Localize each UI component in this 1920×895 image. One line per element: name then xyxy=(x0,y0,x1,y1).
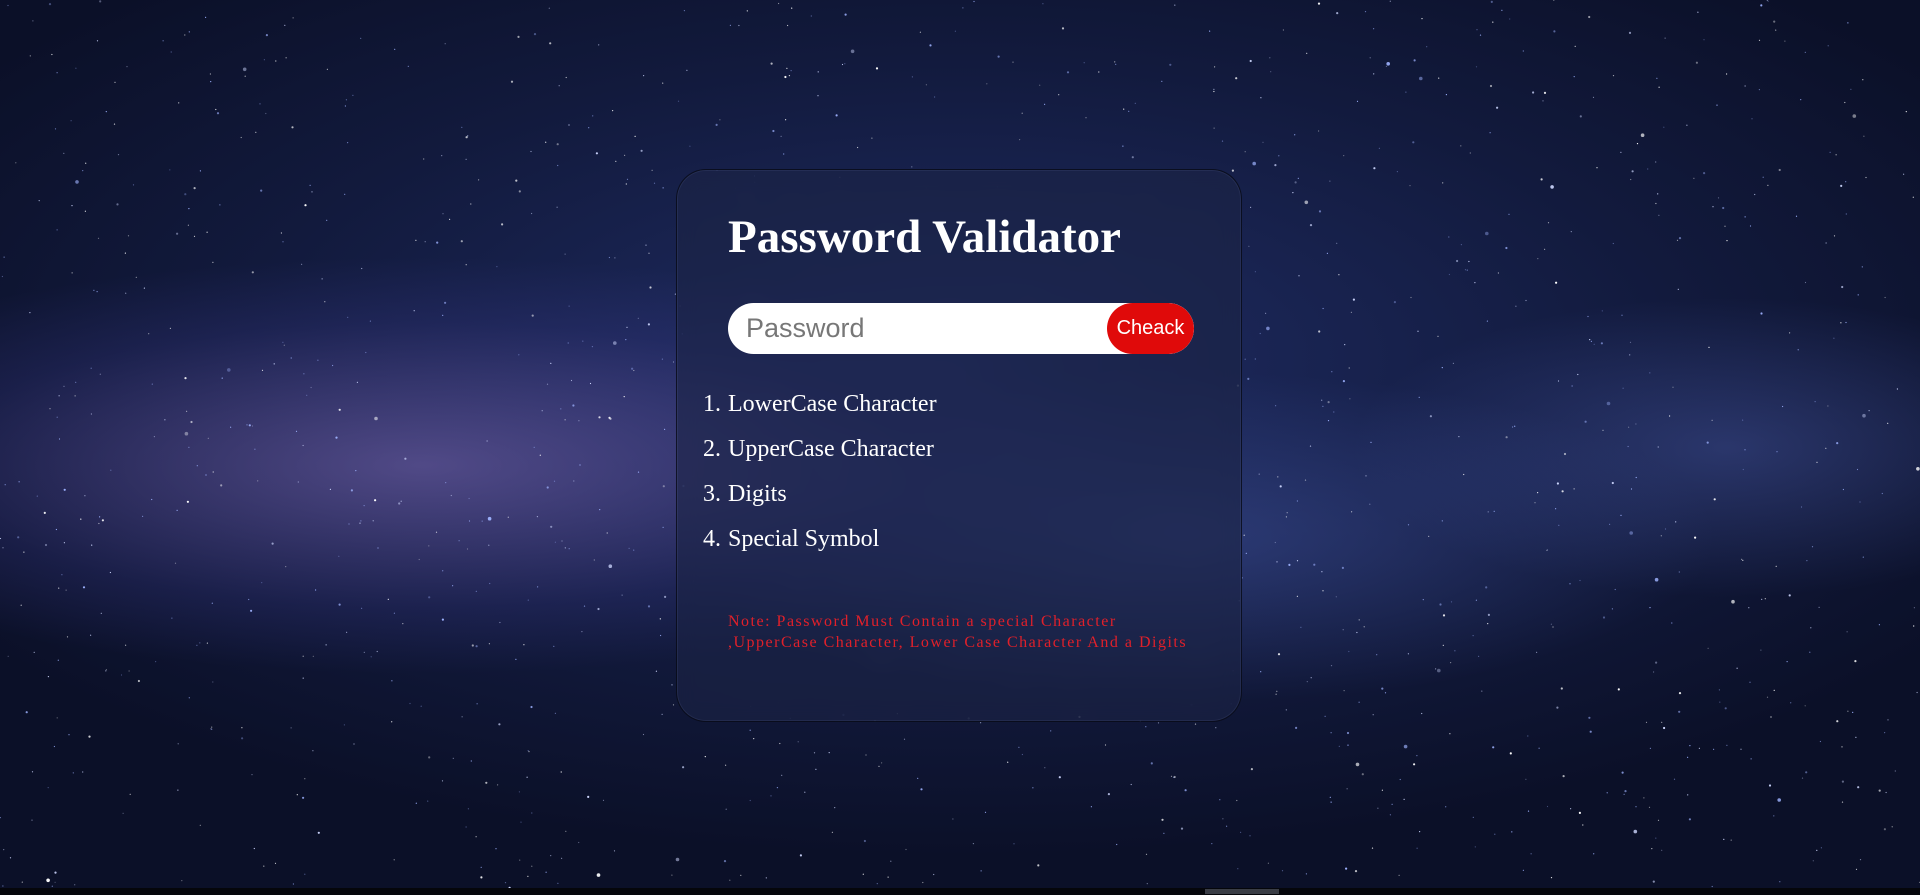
rule-item-lowercase: 1. LowerCase Character xyxy=(703,382,937,427)
rule-label: Digits xyxy=(728,481,787,507)
rule-item-digits: 3. Digits xyxy=(703,472,937,517)
check-button[interactable]: Cheack xyxy=(1107,303,1194,354)
rule-number: 1. xyxy=(703,391,721,417)
rule-number: 2. xyxy=(703,436,721,462)
rule-label: LowerCase Character xyxy=(728,391,937,417)
rule-label: Special Symbol xyxy=(728,526,880,552)
rule-item-special-symbol: 4. Special Symbol xyxy=(703,517,937,562)
scrollbar-thumb[interactable] xyxy=(1205,889,1279,894)
password-field-group: Cheack xyxy=(728,303,1194,354)
password-input[interactable] xyxy=(728,303,1108,354)
rule-number: 4. xyxy=(703,526,721,552)
horizontal-scrollbar[interactable] xyxy=(0,888,1920,895)
page-title: Password Validator xyxy=(728,211,1122,263)
rule-label: UpperCase Character xyxy=(728,436,934,462)
password-validator-card: Password Validator Cheack 1. LowerCase Ch… xyxy=(676,169,1242,722)
rules-list: 1. LowerCase Character 2. UpperCase Charac… xyxy=(703,382,937,562)
rule-item-uppercase: 2. UpperCase Character xyxy=(703,427,937,472)
password-note: Note: Password Must Contain a special Ch… xyxy=(728,613,1188,651)
rule-number: 3. xyxy=(703,481,721,507)
